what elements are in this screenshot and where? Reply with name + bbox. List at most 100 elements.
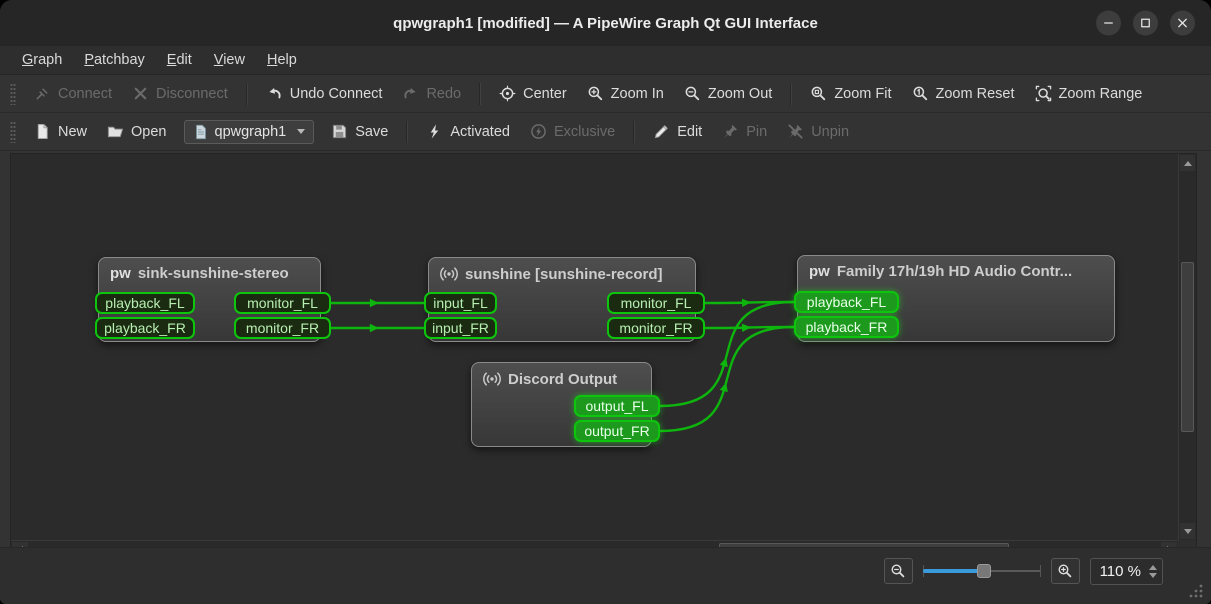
menu-graph[interactable]: Graph [12,49,72,71]
port-monitor_FL[interactable]: monitor_FL [234,292,331,314]
center-button[interactable]: Center [490,80,576,107]
toolbar-separator [633,121,635,143]
port-playback_FL[interactable]: playback_FL [95,292,195,314]
menu-edit[interactable]: Edit [157,49,202,71]
app-window: qpwgraph1 [modified] — A PipeWire Graph … [0,0,1211,604]
port-output_FR[interactable]: output_FR [574,420,660,442]
statusbar-zoom-in-button[interactable] [1051,558,1080,584]
exclusive-button[interactable]: Exclusive [521,118,624,145]
menu-help[interactable]: Help [257,49,307,71]
open-button[interactable]: Open [98,118,175,145]
toolbar-button-label: Disconnect [156,86,228,102]
zoom-slider-fill [923,569,984,573]
zoom-out-icon [890,563,906,579]
spin-up-icon [1149,565,1157,570]
redo-button[interactable]: Redo [393,80,470,107]
connection-wire[interactable] [660,327,794,431]
disconnect-icon [132,85,149,102]
spinbox-arrows[interactable] [1149,565,1157,578]
window-controls [1096,11,1195,36]
zoom-in-icon [1057,563,1073,579]
zoom-range-button[interactable]: Zoom Range [1026,80,1152,107]
port-playback_FL[interactable]: playback_FL [794,291,899,313]
patchbay-toolbar-drag-handle[interactable] [10,121,16,143]
wire-arrow-icon [370,299,379,307]
graph-toolbar-drag-handle[interactable] [10,83,16,105]
window-title: qpwgraph1 [modified] — A PipeWire Graph … [393,15,818,32]
zoom-fit-icon [810,85,827,102]
arrow-up-icon [1184,161,1192,166]
graph-view: pwsink-sunshine-stereosunshine [sunshine… [10,153,1197,559]
patchbay-profile-combobox[interactable]: qpwgraph1 [184,120,315,144]
port-input_FR[interactable]: input_FR [424,317,497,339]
zoom-slider[interactable] [923,562,1041,580]
resize-grip-icon[interactable] [1187,582,1204,599]
unpin-icon [787,123,804,140]
minimize-icon [1101,16,1116,31]
slider-tick [1040,565,1041,577]
save-button[interactable]: Save [322,118,397,145]
toolbar-separator [246,83,248,105]
combobox-value: qpwgraph1 [215,124,287,140]
edit-icon [653,123,670,140]
toolbar-separator [790,83,792,105]
minimize-button[interactable] [1096,11,1121,36]
activated-button[interactable]: Activated [417,118,519,145]
wire-arrow-icon [742,323,751,332]
wire-arrow-icon [370,324,379,332]
undo-connect-button[interactable]: Undo Connect [257,80,392,107]
toolbar-button-label: Zoom In [611,86,664,102]
toolbar-button-label: Zoom Range [1059,86,1143,102]
graph-canvas[interactable]: pwsink-sunshine-stereosunshine [sunshine… [11,154,1178,540]
pin-button[interactable]: Pin [713,118,776,145]
new-button[interactable]: New [25,118,96,145]
port-monitor_FR[interactable]: monitor_FR [607,317,705,339]
menu-patchbay[interactable]: Patchbay [74,49,154,71]
chevron-down-icon [297,129,305,134]
toolbar-button-label: Pin [746,124,767,140]
unpin-button[interactable]: Unpin [778,118,858,145]
zoom-slider-handle[interactable] [977,564,991,578]
zoom-in-icon [587,85,604,102]
main-area: pwsink-sunshine-stereosunshine [sunshine… [0,151,1211,547]
menu-view[interactable]: View [204,49,255,71]
statusbar-zoom-out-button[interactable] [884,558,913,584]
toolbar-button-label: Zoom Reset [936,86,1015,102]
port-input_FL[interactable]: input_FL [424,292,497,314]
pin-icon [722,123,739,140]
connection-wires [11,154,1178,540]
zoom-slider-track [984,570,1041,572]
vertical-scrollbar-thumb[interactable] [1181,262,1194,432]
center-icon [499,85,516,102]
file-icon [193,124,209,140]
zoom-value: 110 % [1100,563,1141,580]
redo-icon [402,85,419,102]
edit-button[interactable]: Edit [644,118,711,145]
spin-down-icon [1149,573,1157,578]
toolbar-button-label: Open [131,124,166,140]
port-playback_FR[interactable]: playback_FR [794,316,899,338]
exclusive-icon [530,123,547,140]
maximize-button[interactable] [1133,11,1158,36]
patchbay-toolbar: New Open qpwgraph1 Save ActivatedExclusive Ed… [0,113,1211,151]
disconnect-button[interactable]: Disconnect [123,80,237,107]
zoom-reset-button[interactable]: Zoom Reset [903,80,1024,107]
vertical-scrollbar[interactable] [1178,154,1196,540]
port-playback_FR[interactable]: playback_FR [95,317,195,339]
scroll-up-button[interactable] [1180,155,1195,171]
activated-icon [426,123,443,140]
scroll-down-button[interactable] [1180,523,1195,539]
menu-bar: GraphPatchbayEditViewHelp [0,46,1211,75]
close-button[interactable] [1170,11,1195,36]
connect-button[interactable]: Connect [25,80,121,107]
toolbar-button-label: Zoom Fit [834,86,891,102]
port-output_FL[interactable]: output_FL [574,395,660,417]
port-monitor_FR[interactable]: monitor_FR [234,317,331,339]
zoom-in-button[interactable]: Zoom In [578,80,673,107]
zoom-fit-button[interactable]: Zoom Fit [801,80,900,107]
toolbar-button-label: Save [355,124,388,140]
zoom-spinbox[interactable]: 110 % [1090,558,1163,585]
toolbar-separator [406,121,408,143]
port-monitor_FL[interactable]: monitor_FL [607,292,705,314]
zoom-out-button[interactable]: Zoom Out [675,80,781,107]
